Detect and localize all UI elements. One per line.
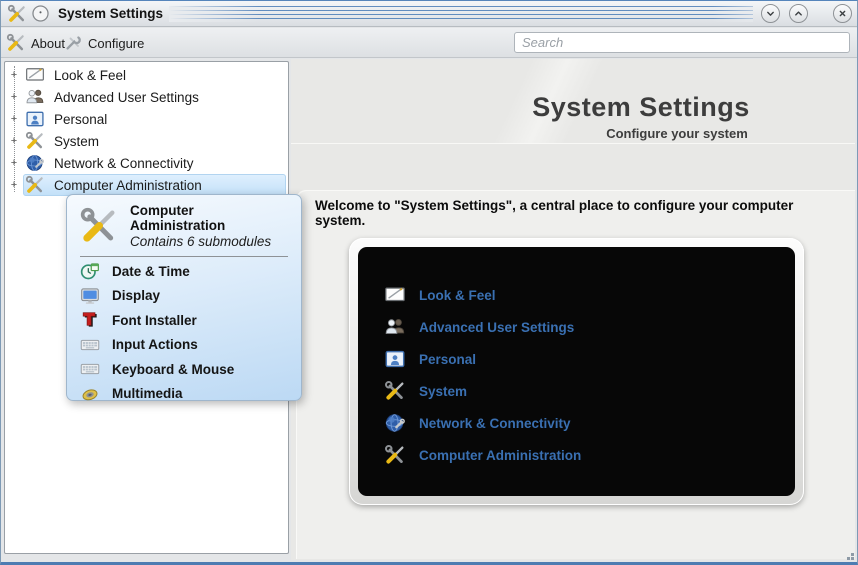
- clock-calendar-icon: [80, 261, 100, 281]
- tools-icon: [384, 380, 406, 402]
- tooltip-title: Computer Administration: [130, 203, 226, 233]
- hub-item-look-and-feel[interactable]: Look & Feel: [358, 279, 795, 311]
- tree-expander[interactable]: +: [8, 64, 20, 86]
- tree-item-label: Network & Connectivity: [54, 155, 194, 171]
- font-letter-icon: [80, 310, 100, 330]
- tree-item-personal[interactable]: + Personal: [5, 108, 288, 130]
- keyboard-icon: [80, 359, 100, 379]
- welcome-text: Welcome to "System Settings", a central …: [315, 198, 794, 228]
- tools-icon: [25, 175, 45, 195]
- tree-item-system[interactable]: + System: [5, 130, 288, 152]
- tree-expander[interactable]: +: [8, 130, 20, 152]
- globe-wrench-icon: [384, 412, 406, 434]
- page-subtitle: Configure your system: [606, 126, 748, 141]
- tools-icon: [384, 444, 406, 466]
- hub-item-label: Network & Connectivity: [419, 415, 571, 431]
- about-button-label: About: [31, 35, 65, 51]
- window-title: System Settings: [58, 6, 164, 21]
- tooltip-item-multimedia[interactable]: Multimedia: [67, 382, 301, 407]
- close-button[interactable]: [833, 4, 852, 23]
- monitor-pen-icon: [25, 65, 45, 85]
- hub-item-label: System: [419, 383, 468, 399]
- tooltip-item-label: Input Actions: [112, 337, 198, 353]
- hub-item-advanced-user-settings[interactable]: Advanced User Settings: [358, 311, 795, 343]
- tooltip-item-date-time[interactable]: Date & Time: [67, 259, 301, 284]
- tooltip-item-label: Font Installer: [112, 312, 197, 328]
- users-icon: [25, 87, 45, 107]
- tree-item-computer-administration[interactable]: + Computer Administration: [5, 174, 288, 196]
- tooltip-header: Computer Administration Contains 6 submo…: [67, 195, 301, 253]
- wrench-icon: [63, 33, 83, 53]
- tree-item-label: System: [54, 133, 100, 149]
- tooltip-item-font-installer[interactable]: Font Installer: [67, 308, 301, 333]
- tree-item-label: Personal: [54, 111, 108, 127]
- tooltip-item-input-actions[interactable]: Input Actions: [67, 333, 301, 358]
- hub-item-system[interactable]: System: [358, 375, 795, 407]
- hub-item-computer-administration[interactable]: Computer Administration: [358, 439, 795, 471]
- tools-icon: [25, 131, 45, 151]
- titlebar-decoration: [169, 6, 753, 22]
- tree-expander[interactable]: +: [8, 152, 20, 174]
- submodule-tooltip: Computer Administration Contains 6 submo…: [66, 194, 302, 401]
- configure-button[interactable]: Configure: [63, 32, 144, 54]
- tooltip-divider: [80, 256, 288, 257]
- tools-icon: [79, 206, 119, 246]
- tree-item-label: Computer Administration: [54, 177, 202, 193]
- hub-item-label: Look & Feel: [419, 287, 496, 303]
- tooltip-subtitle: Contains 6 submodules: [130, 234, 272, 249]
- tree-item-network-connectivity[interactable]: + Network & Connectivity: [5, 152, 288, 174]
- tooltip-item-label: Multimedia: [112, 386, 183, 402]
- hub-item-network-connectivity[interactable]: Network & Connectivity: [358, 407, 795, 439]
- hub-item-label: Personal: [419, 351, 477, 367]
- chevron-up-icon: [792, 7, 805, 20]
- tree-expander[interactable]: +: [8, 86, 20, 108]
- welcome-area: Welcome to "System Settings", a central …: [296, 190, 855, 559]
- tree-item-label: Look & Feel: [54, 67, 127, 83]
- monitor-icon: [80, 286, 100, 306]
- page-title: System Settings: [532, 92, 750, 122]
- tooltip-item-label: Display: [112, 288, 161, 304]
- configure-button-label: Configure: [88, 35, 145, 51]
- tooltip-item-label: Date & Time: [112, 263, 190, 279]
- hub-item-personal[interactable]: Personal: [358, 343, 795, 375]
- tools-icon: [6, 33, 26, 53]
- person-frame-icon: [25, 109, 45, 129]
- tooltip-item-display[interactable]: Display: [67, 284, 301, 309]
- person-frame-icon: [384, 348, 406, 370]
- maximize-button[interactable]: [789, 4, 808, 23]
- toolbar: About Configure: [1, 28, 857, 58]
- tooltip-item-label: Keyboard & Mouse: [112, 361, 235, 377]
- close-icon: [836, 7, 849, 20]
- window-menu-icon[interactable]: [31, 4, 50, 23]
- search-input[interactable]: [514, 32, 850, 53]
- keyboard-icon: [80, 335, 100, 355]
- panel-header: System Settings Configure your system: [291, 59, 855, 144]
- monitor-pen-icon: [384, 284, 406, 306]
- about-button[interactable]: About: [6, 32, 65, 54]
- tree-item-advanced-user-settings[interactable]: + Advanced User Settings: [5, 86, 288, 108]
- hub-item-label: Computer Administration: [419, 447, 582, 463]
- main-panel: System Settings Configure your system We…: [291, 59, 855, 560]
- chevron-down-icon: [764, 7, 777, 20]
- tree-item-look-and-feel[interactable]: + Look & Feel: [5, 64, 288, 86]
- category-hub: Look & Feel Advanced User Settings Perso…: [358, 247, 795, 496]
- tree-expander[interactable]: +: [8, 174, 20, 196]
- minimize-button[interactable]: [761, 4, 780, 23]
- tree-item-label: Advanced User Settings: [54, 89, 199, 105]
- titlebar[interactable]: System Settings: [1, 1, 857, 27]
- tree-expander[interactable]: +: [8, 108, 20, 130]
- resize-grip[interactable]: [851, 557, 854, 560]
- speaker-icon: [80, 384, 100, 404]
- tooltip-item-keyboard-mouse[interactable]: Keyboard & Mouse: [67, 357, 301, 382]
- category-hub-frame: Look & Feel Advanced User Settings Perso…: [349, 238, 804, 505]
- globe-wrench-icon: [25, 153, 45, 173]
- system-settings-window: System Settings About Configure + Look &…: [0, 0, 858, 565]
- hub-item-label: Advanced User Settings: [419, 319, 575, 335]
- tools-app-icon: [7, 4, 27, 24]
- users-icon: [384, 316, 406, 338]
